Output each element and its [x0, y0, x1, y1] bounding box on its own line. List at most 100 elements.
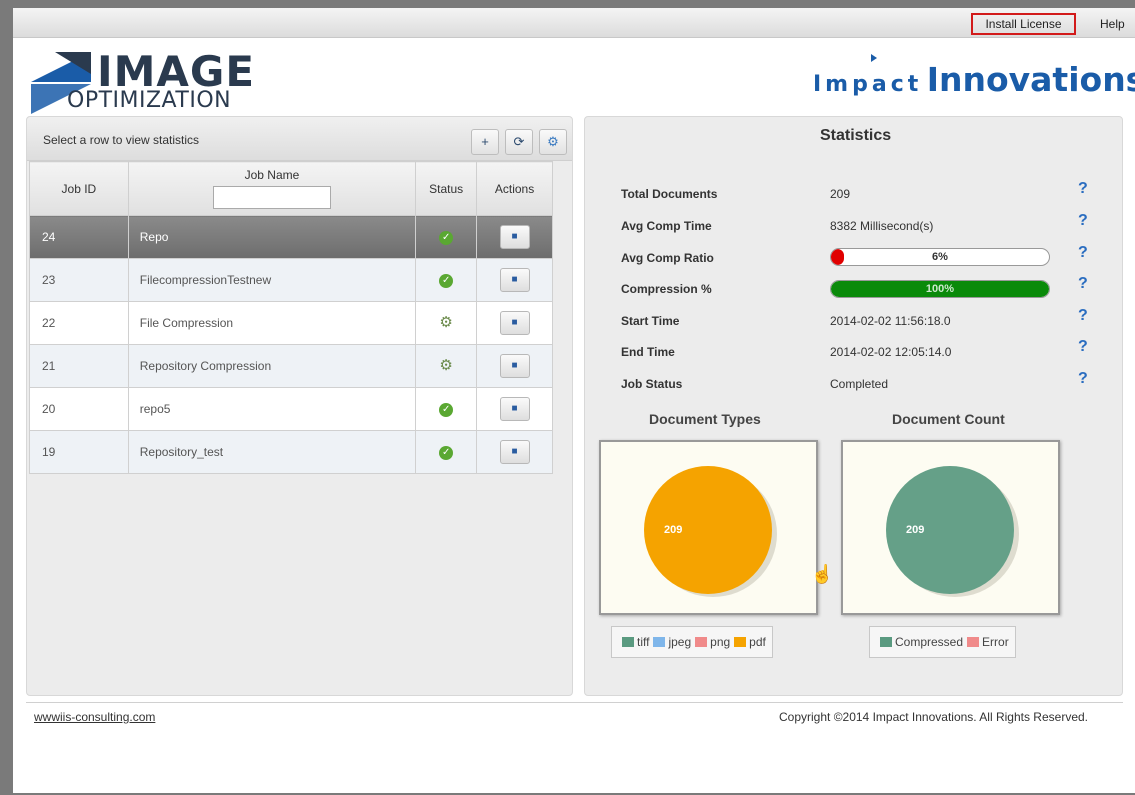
impact-innovations-logo: Impact Innovations — [813, 54, 1135, 100]
gear-icon: ⚙ — [439, 357, 453, 374]
footer-divider — [26, 702, 1123, 703]
job-actions-cell: ■ — [476, 258, 553, 302]
legend-swatch — [695, 637, 708, 647]
job-action-button[interactable]: ■ — [499, 440, 530, 464]
settings-icon: ■ — [511, 317, 518, 328]
job-name-filter-input[interactable] — [212, 186, 331, 209]
job-name-cell: FilecompressionTestnew — [127, 258, 417, 302]
job-id-cell: 19 — [29, 430, 129, 474]
job-actions-cell: ■ — [476, 430, 553, 474]
job-status-cell: ⚙ — [415, 301, 478, 345]
end-time-label: End Time — [621, 345, 675, 359]
compression-bar: 100% — [830, 280, 1050, 298]
top-bar: Install License Help — [13, 8, 1135, 38]
document-count-pie: 209 — [886, 466, 1019, 597]
end-time-value: 2014-02-02 12:05:14.0 — [830, 345, 952, 359]
jobs-panel: Select a row to view statistics + ⟳ ⚙ Jo… — [26, 116, 573, 696]
legend-swatch — [880, 637, 892, 647]
job-status-cell: ⚙ — [415, 344, 478, 388]
table-row[interactable]: 20 repo5 ✓ ■ — [29, 387, 553, 431]
copyright-text: Copyright ©2014 Impact Innovations. All … — [779, 710, 1088, 724]
settings-icon: ■ — [511, 274, 518, 285]
job-name-cell: Repository Compression — [127, 344, 417, 388]
job-status-cell: ✓ — [415, 387, 478, 431]
job-action-button[interactable]: ■ — [499, 225, 530, 249]
gears-icon: ⚙ — [547, 134, 559, 149]
settings-button[interactable]: ⚙ — [539, 129, 567, 155]
avg-comp-ratio-text: 6% — [932, 251, 948, 263]
total-documents-help-icon[interactable]: ? — [1078, 180, 1088, 198]
job-action-button[interactable]: ■ — [499, 268, 530, 292]
job-status-value: Completed — [830, 377, 889, 391]
check-circle-icon: ✓ — [439, 446, 454, 460]
avg-comp-ratio-label: Avg Comp Ratio — [621, 251, 714, 265]
document-count-title: Document Count — [892, 411, 1005, 427]
legend-label[interactable]: tiff — [637, 635, 649, 649]
statistics-title: Statistics — [820, 127, 892, 144]
website-link[interactable]: wwwiis-consulting.com — [34, 710, 155, 724]
table-row[interactable]: 23 FilecompressionTestnew ✓ ■ — [29, 258, 553, 302]
refresh-button[interactable]: ⟳ — [505, 129, 533, 155]
start-time-help-icon[interactable]: ? — [1078, 307, 1088, 325]
job-status-help-icon[interactable]: ? — [1078, 370, 1088, 388]
compression-help-icon[interactable]: ? — [1078, 275, 1088, 293]
document-types-chart: 209 — [599, 440, 818, 615]
document-types-title: Document Types — [649, 411, 761, 427]
avg-comp-time-value: 8382 Millisecond(s) — [830, 219, 934, 233]
column-header-job-id[interactable]: Job ID — [29, 161, 129, 216]
avg-comp-ratio-bar: 6% — [830, 248, 1050, 266]
document-count-chart: 209 — [841, 440, 1060, 615]
table-row[interactable]: 24 Repo ✓ ■ — [29, 215, 553, 259]
total-documents-label: Total Documents — [621, 187, 718, 201]
job-id-cell: 23 — [29, 258, 129, 302]
job-name-cell: repo5 — [127, 387, 417, 431]
legend-label[interactable]: jpeg — [668, 635, 691, 649]
job-name-cell: File Compression — [127, 301, 417, 345]
total-documents-value: 209 — [830, 187, 851, 201]
legend-swatch — [967, 637, 980, 647]
document-types-pie: 209 — [644, 466, 777, 597]
end-time-help-icon[interactable]: ? — [1078, 338, 1088, 356]
avg-comp-ratio-help-icon[interactable]: ? — [1078, 244, 1088, 262]
job-action-button[interactable]: ■ — [499, 311, 530, 335]
legend-label[interactable]: png — [710, 635, 730, 649]
job-actions-cell: ■ — [476, 215, 553, 259]
install-license-link[interactable]: Install License — [971, 13, 1076, 35]
table-row[interactable]: 19 Repository_test ✓ ■ — [29, 430, 553, 474]
job-actions-cell: ■ — [476, 344, 553, 388]
check-circle-icon: ✓ — [439, 231, 454, 245]
check-circle-icon: ✓ — [439, 403, 454, 417]
job-id-cell: 20 — [29, 387, 129, 431]
column-header-status[interactable]: Status — [415, 161, 478, 216]
refresh-icon: ⟳ — [513, 134, 525, 149]
legend-label[interactable]: pdf — [749, 635, 766, 649]
avg-comp-time-help-icon[interactable]: ? — [1078, 212, 1088, 230]
jobs-table-body: 24 Repo ✓ ■ 23 FilecompressionTestnew ✓ ■ 22 File… — [29, 215, 553, 474]
table-row[interactable]: 22 File Compression ⚙ ■ — [29, 301, 553, 345]
logo-impact-word: Impact — [813, 72, 923, 97]
job-name-header-label[interactable]: Job Name — [129, 168, 415, 182]
pie-slice-label: 209 — [906, 524, 924, 536]
job-action-button[interactable]: ■ — [499, 397, 530, 421]
pie-slice-label: 209 — [664, 524, 682, 536]
job-action-button[interactable]: ■ — [499, 354, 530, 378]
jobs-panel-header: Select a row to view statistics + ⟳ ⚙ — [27, 117, 572, 161]
plus-icon: + — [481, 134, 489, 149]
legend-label[interactable]: Compressed — [895, 635, 963, 649]
settings-icon: ■ — [511, 446, 518, 457]
help-link[interactable]: Help — [1100, 17, 1125, 31]
legend-swatch — [622, 637, 634, 647]
settings-icon: ■ — [511, 360, 518, 371]
gear-icon: ⚙ — [439, 314, 453, 331]
start-time-label: Start Time — [621, 314, 680, 328]
logo-optimization-word: OPTIMIZATION — [67, 88, 232, 113]
start-time-value: 2014-02-02 11:56:18.0 — [830, 314, 951, 328]
hand-cursor-icon: ☝ — [811, 564, 834, 584]
settings-icon: ■ — [511, 231, 518, 242]
logo-innovations-word: Innovations — [926, 60, 1135, 99]
legend-label[interactable]: Error — [982, 635, 1009, 649]
table-row[interactable]: 21 Repository Compression ⚙ ■ — [29, 344, 553, 388]
add-job-button[interactable]: + — [471, 129, 499, 155]
job-actions-cell: ■ — [476, 301, 553, 345]
column-header-job-name: Job Name — [127, 161, 417, 216]
